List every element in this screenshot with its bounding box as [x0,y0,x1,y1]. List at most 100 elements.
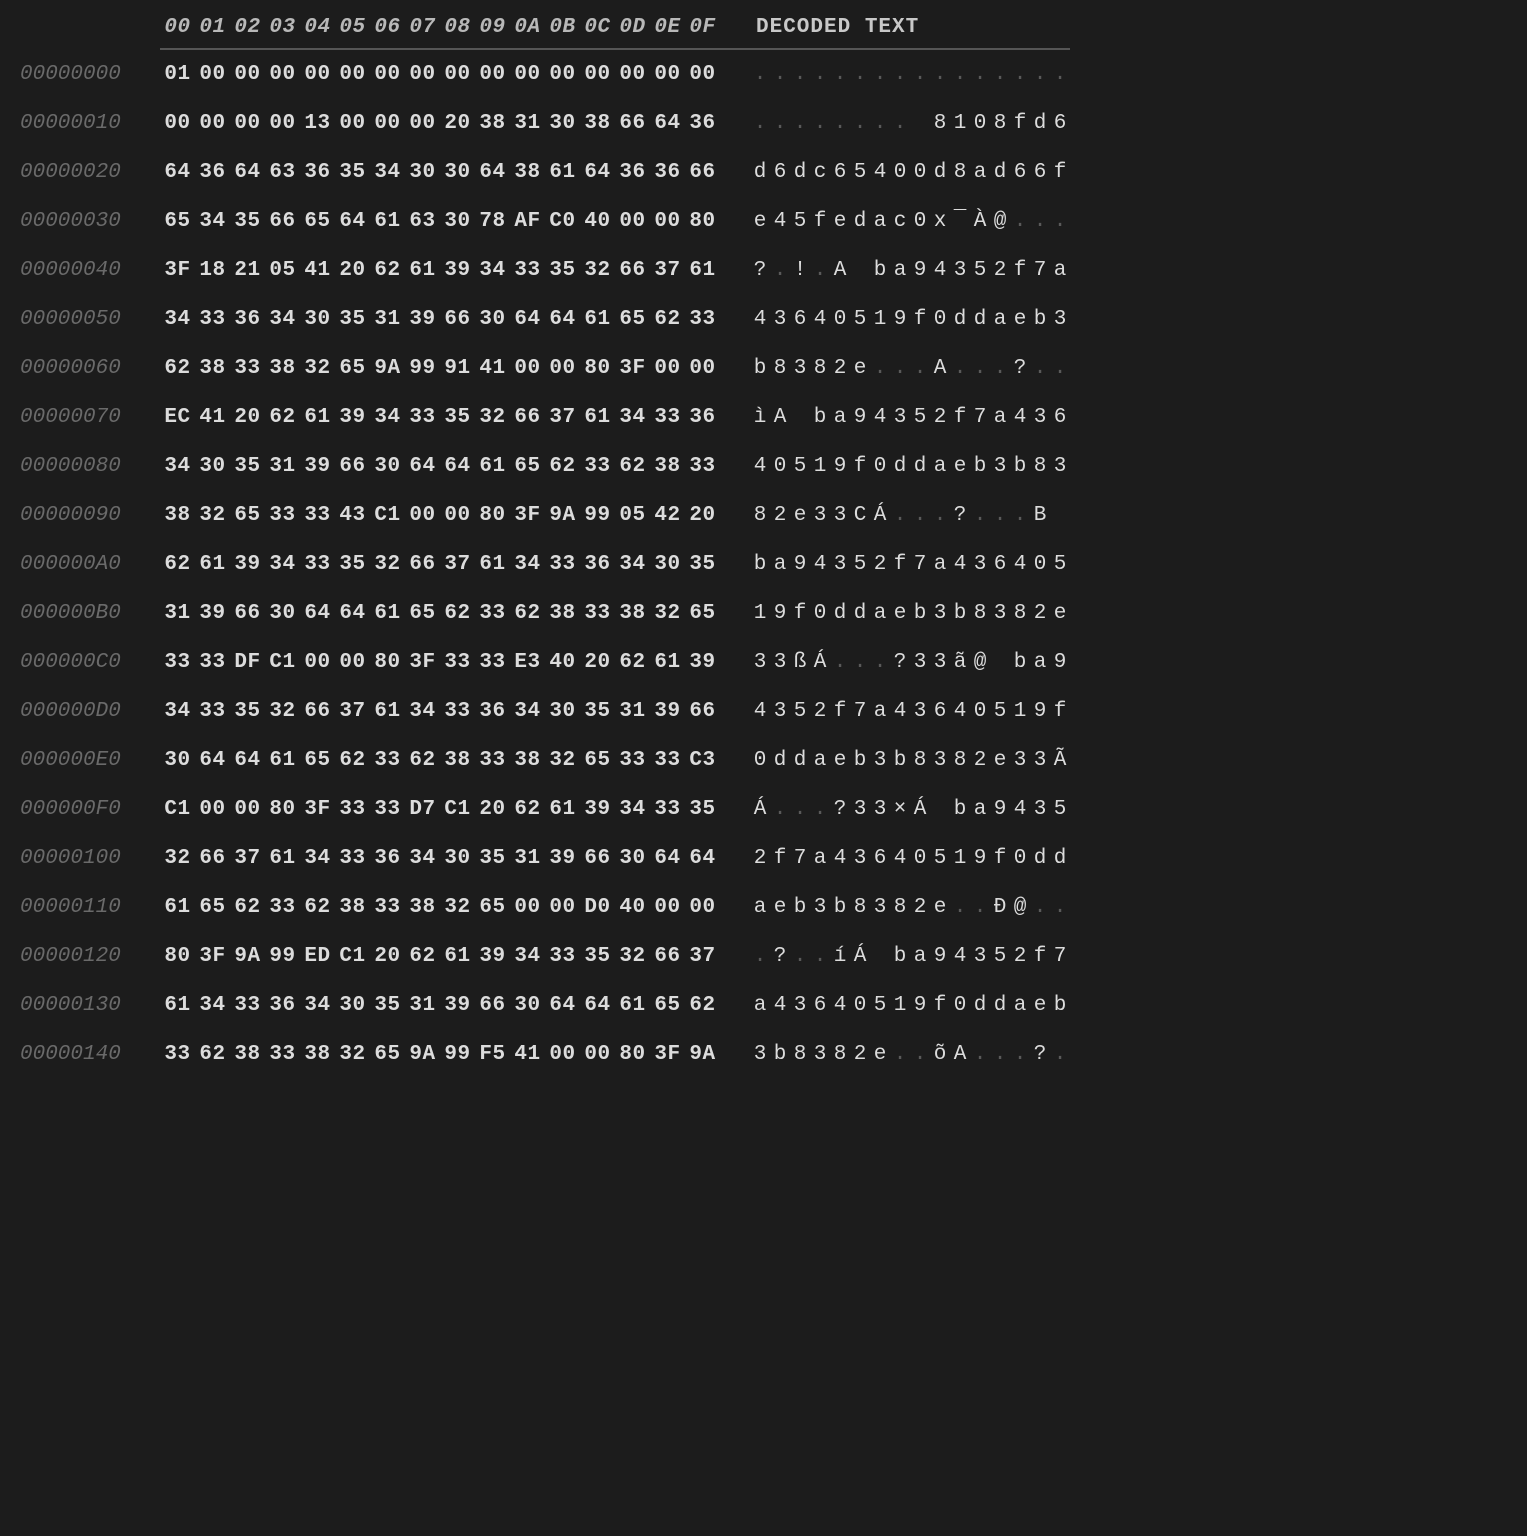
decoded-cell[interactable]: d6dc65400d8ad66f [750,148,1070,197]
hex-byte[interactable]: 65 [160,211,195,232]
hex-byte[interactable]: 64 [650,113,685,134]
hex-byte[interactable]: 66 [685,162,720,183]
hex-byte[interactable]: 38 [650,456,685,477]
decoded-char[interactable]: 8 [930,113,950,134]
hex-byte[interactable]: 80 [475,505,510,526]
hex-byte[interactable]: 00 [265,113,300,134]
hex-byte[interactable]: 3F [160,260,195,281]
hex-byte[interactable]: 3F [300,799,335,820]
hex-byte[interactable]: 32 [580,260,615,281]
hex-byte[interactable]: 65 [405,603,440,624]
decoded-char[interactable]: . [990,1044,1010,1065]
decoded-char[interactable]: . [970,897,990,918]
hex-row[interactable]: 000000E0306464616562336238333832653333C3… [20,736,1070,785]
hex-byte[interactable]: 39 [440,995,475,1016]
decoded-char[interactable]: A [830,260,850,281]
hex-byte[interactable]: 62 [685,995,720,1016]
decoded-char[interactable]: d [770,750,790,771]
hex-byte[interactable]: 00 [195,64,230,85]
decoded-char[interactable]: f [770,848,790,869]
decoded-char[interactable]: a [910,946,930,967]
decoded-char[interactable]: 4 [950,701,970,722]
hex-byte[interactable]: 33 [160,652,195,673]
decoded-char[interactable]: a [970,162,990,183]
decoded-char[interactable]: . [910,64,930,85]
decoded-char[interactable]: e [1050,603,1070,624]
decoded-char[interactable]: 2 [910,897,930,918]
hex-byte[interactable]: 00 [545,897,580,918]
decoded-char[interactable]: 8 [810,358,830,379]
hex-byte[interactable]: 33 [650,750,685,771]
hex-byte[interactable]: 00 [615,211,650,232]
hex-byte[interactable]: 41 [300,260,335,281]
decoded-char[interactable]: 4 [830,995,850,1016]
hex-byte[interactable]: 34 [370,407,405,428]
hex-byte[interactable]: DF [230,652,265,673]
decoded-char[interactable]: 2 [870,554,890,575]
decoded-char[interactable]: . [750,64,770,85]
decoded-char[interactable]: b [1050,995,1070,1016]
hex-row[interactable]: 000000D034333532663761343336343035313966… [20,687,1070,736]
hex-row[interactable]: 00000110616562336238333832650000D0400000… [20,883,1070,932]
hex-byte[interactable]: 41 [195,407,230,428]
decoded-char[interactable]: 3 [830,505,850,526]
hex-byte[interactable]: 36 [685,407,720,428]
hex-byte[interactable]: 00 [265,64,300,85]
hex-byte[interactable]: 61 [265,750,300,771]
decoded-char[interactable]: 9 [790,554,810,575]
hex-byte[interactable]: 38 [405,897,440,918]
decoded-char[interactable]: 2 [810,701,830,722]
hex-byte[interactable]: 33 [300,505,335,526]
hex-bytes-cell[interactable]: 61343336343035313966306464616562 [160,981,750,1030]
decoded-char[interactable]: 4 [810,309,830,330]
hex-byte[interactable]: 38 [615,603,650,624]
decoded-char[interactable]: f [1050,162,1070,183]
decoded-char[interactable]: a [1050,260,1070,281]
hex-byte[interactable]: 30 [650,554,685,575]
decoded-char[interactable]: . [970,358,990,379]
hex-byte[interactable]: C1 [335,946,370,967]
hex-byte[interactable]: 39 [300,456,335,477]
hex-byte[interactable]: 65 [300,750,335,771]
decoded-cell[interactable]: ba94352f7a436405 [750,540,1070,589]
decoded-char[interactable]: d [950,309,970,330]
hex-byte[interactable]: 00 [685,897,720,918]
decoded-char[interactable]: a [810,848,830,869]
decoded-char[interactable]: 8 [790,1044,810,1065]
hex-byte[interactable]: 64 [510,309,545,330]
hex-byte[interactable]: 00 [335,652,370,673]
hex-byte[interactable]: 33 [650,407,685,428]
hex-byte[interactable]: 35 [230,701,265,722]
hex-byte[interactable]: 35 [370,995,405,1016]
decoded-char[interactable]: . [830,64,850,85]
hex-row[interactable]: 00000120803F9A99EDC120626139343335326637… [20,932,1070,981]
decoded-char[interactable]: À [970,211,990,232]
hex-byte[interactable]: 00 [650,358,685,379]
hex-byte[interactable]: 33 [440,701,475,722]
hex-bytes-cell[interactable]: 34303531396630646461656233623833 [160,442,750,491]
decoded-char[interactable]: . [970,1044,990,1065]
hex-byte[interactable]: 20 [475,799,510,820]
decoded-char[interactable]: . [750,946,770,967]
decoded-char[interactable] [1050,505,1070,526]
hex-byte[interactable]: 64 [650,848,685,869]
decoded-cell[interactable]: .?..íÁ ba94352f7 [750,932,1070,981]
hex-bytes-cell[interactable]: 383265333343C10000803F9A99054220 [160,491,750,540]
hex-byte[interactable]: 00 [405,64,440,85]
hex-byte[interactable]: 13 [300,113,335,134]
hex-byte[interactable]: 33 [195,652,230,673]
hex-byte[interactable]: 37 [230,848,265,869]
decoded-char[interactable]: . [770,64,790,85]
decoded-char[interactable]: . [930,64,950,85]
decoded-char[interactable]: e [1010,309,1030,330]
decoded-char[interactable]: . [1050,1044,1070,1065]
hex-bytes-cell[interactable]: 62613934333532663761343336343035 [160,540,750,589]
decoded-char[interactable]: 9 [910,995,930,1016]
hex-byte[interactable]: 66 [685,701,720,722]
hex-byte[interactable]: 65 [195,897,230,918]
decoded-char[interactable]: d [1050,848,1070,869]
hex-byte[interactable]: 33 [300,554,335,575]
decoded-char[interactable]: d [1030,113,1050,134]
hex-byte[interactable]: 36 [195,162,230,183]
decoded-char[interactable]: d [1030,848,1050,869]
